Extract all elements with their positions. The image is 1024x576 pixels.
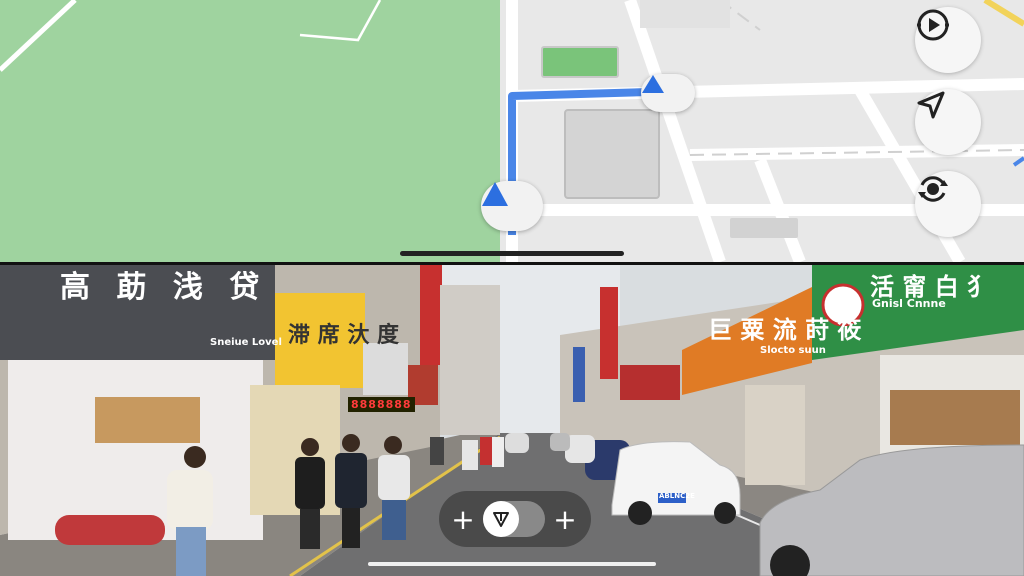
home-indicator[interactable] [368,562,656,566]
park-area [0,0,500,262]
menu-board [95,397,200,443]
shop-sign-left-subtitle: Sneiue Lovel [210,337,282,348]
compass-arrow-icon [493,512,509,527]
recenter-button[interactable] [915,171,981,237]
led-display: 8888888 [348,397,415,412]
shop-interior [745,385,805,485]
building [730,218,798,238]
shop-sign-left: 高 莇 浅 贷 [60,270,268,305]
shop-shelves [890,390,1020,445]
floor-mat [55,515,165,545]
zoom-out-button[interactable]: + [443,499,483,539]
view-mode-toggle[interactable] [483,501,545,537]
building-green-roof [541,46,619,78]
vertical-banner [573,347,585,402]
recenter-icon [918,176,948,202]
current-position-marker [481,181,543,231]
building [564,109,660,199]
navigation-arrow-icon [642,75,664,93]
shop-sign-orange: 巨 粟 流 莳 筱 [708,316,862,344]
vertical-banner [420,265,442,365]
distant-buildings [440,285,500,435]
direction-marker [641,74,695,112]
toggle-knob[interactable] [483,501,519,537]
map-view[interactable] [0,0,1024,262]
street-view-controls: + + [439,491,591,547]
shop-sign-orange-subtitle: Slocto suun [760,345,826,356]
red-sign [620,365,680,400]
license-plate-text: ABLNC2E [659,492,695,500]
white-sign [363,343,408,395]
shop-sign-green-subtitle: Gnisl Cnnne [872,297,946,310]
vertical-banner [600,287,618,379]
zoom-in-button[interactable]: + [545,499,585,539]
panel-resize-handle[interactable] [400,251,624,256]
navigation-arrow-icon [482,182,508,206]
play-route-button[interactable] [915,7,981,73]
locate-me-button[interactable] [915,89,981,155]
shop-sign-yellow: 滞 席 汏 度 [288,323,399,348]
location-arrow-icon [917,91,945,119]
play-circle-icon [917,9,949,41]
building [640,0,730,28]
shop-interior [8,360,263,540]
